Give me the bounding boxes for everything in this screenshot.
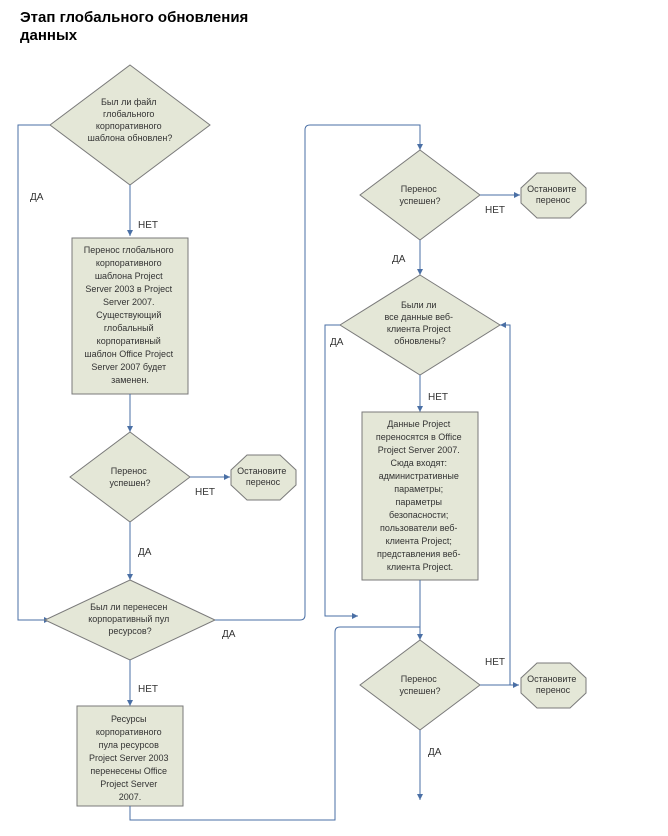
label-d4-no: НЕТ bbox=[485, 205, 505, 216]
label-d5-no: НЕТ bbox=[428, 392, 448, 403]
label-d3-yes: ДА bbox=[222, 629, 236, 640]
diagram-title: Этап глобального обновления bbox=[20, 9, 248, 26]
label-d6-yes: ДА bbox=[428, 747, 442, 758]
label-d2-no: НЕТ bbox=[195, 487, 215, 498]
decision-migration-success-2 bbox=[360, 150, 480, 240]
label-d1-no: НЕТ bbox=[138, 220, 158, 231]
label-d1-yes: ДА bbox=[30, 192, 44, 203]
diagram-title-line2: данных bbox=[20, 27, 78, 44]
decision-migration-success-1 bbox=[70, 432, 190, 522]
label-d3-no: НЕТ bbox=[138, 684, 158, 695]
p2-text: Ресурсы корпоративного пула ресурсов Pro… bbox=[89, 714, 171, 802]
label-d4-yes: ДА bbox=[392, 254, 406, 265]
label-d2-yes: ДА bbox=[138, 547, 152, 558]
decision-migration-success-3 bbox=[360, 640, 480, 730]
label-d5-yes: ДА bbox=[330, 337, 344, 348]
edge-d5-yes bbox=[325, 325, 358, 616]
label-d6-no: НЕТ bbox=[485, 657, 505, 668]
edge-d6-loop bbox=[480, 325, 510, 685]
p1-text: Перенос глобального корпоративного шабло… bbox=[84, 245, 176, 385]
flowchart-canvas: Этап глобального обновления данных Был л… bbox=[0, 0, 668, 831]
